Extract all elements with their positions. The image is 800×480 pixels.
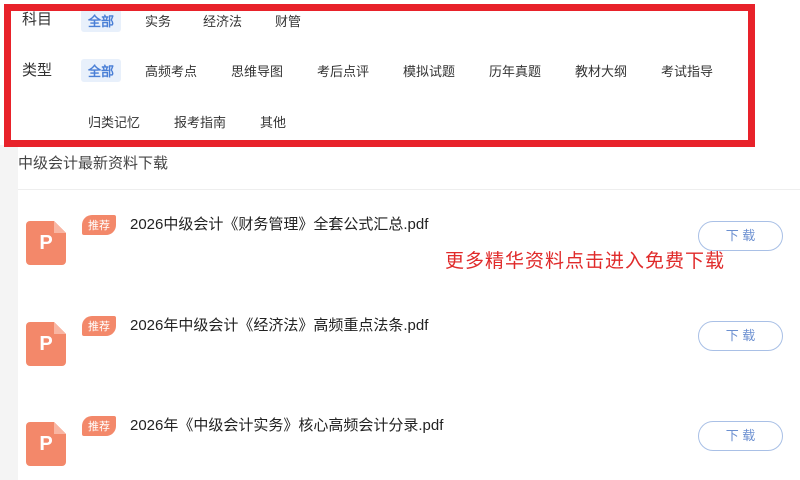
section-divider: [18, 189, 800, 190]
type-option-mock-exam[interactable]: 模拟试题: [396, 59, 462, 82]
pdf-file-icon: P: [26, 422, 66, 466]
file-title[interactable]: 2026中级会计《财务管理》全套公式汇总.pdf: [130, 213, 428, 234]
type-option-all[interactable]: 全部: [81, 59, 122, 82]
type-option-exam-guide[interactable]: 考试指导: [654, 59, 720, 82]
type-option-mind-map[interactable]: 思维导图: [224, 59, 290, 82]
file-title[interactable]: 2026年中级会计《经济法》高频重点法条.pdf: [130, 314, 428, 335]
subject-option-finance[interactable]: 财管: [268, 9, 308, 32]
pdf-file-icon: P: [26, 221, 66, 265]
list-item[interactable]: P 推荐 2026年中级会计《经济法》高频重点法条.pdf 下 载: [18, 316, 800, 376]
type-option-registration-guide[interactable]: 报考指南: [167, 110, 233, 133]
type-option-post-exam-review[interactable]: 考后点评: [310, 59, 376, 82]
type-option-high-frequency[interactable]: 高频考点: [138, 59, 204, 82]
recommend-badge: 推荐: [82, 316, 116, 336]
type-option-other[interactable]: 其他: [253, 110, 293, 133]
recommend-badge: 推荐: [82, 215, 116, 235]
type-option-syllabus[interactable]: 教材大纲: [568, 59, 634, 82]
recommend-badge: 推荐: [82, 416, 116, 436]
file-title[interactable]: 2026年《中级会计实务》核心高频会计分录.pdf: [130, 414, 443, 435]
download-button[interactable]: 下 载: [698, 321, 783, 351]
list-item[interactable]: P 推荐 2026年《中级会计实务》核心高频会计分录.pdf 下 载: [18, 416, 800, 476]
pdf-file-icon: P: [26, 322, 66, 366]
filter-panel: 科目 全部 实务 经济法 财管 类型 全部 高频考点 思维导图 考后点评 模拟试…: [0, 0, 800, 145]
subject-option-economic-law[interactable]: 经济法: [196, 9, 249, 32]
download-button[interactable]: 下 载: [698, 421, 783, 451]
page-side-background: [0, 145, 18, 480]
subject-option-all[interactable]: 全部: [81, 9, 122, 32]
promo-text[interactable]: 更多精华资料点击进入免费下载: [445, 246, 725, 273]
subject-option-practice[interactable]: 实务: [138, 9, 178, 32]
type-option-memory[interactable]: 归类记忆: [81, 110, 147, 133]
type-option-past-papers[interactable]: 历年真题: [482, 59, 548, 82]
section-title: 中级会计最新资料下载: [18, 155, 169, 170]
subject-label: 科目: [22, 11, 53, 28]
type-label: 类型: [22, 62, 53, 79]
